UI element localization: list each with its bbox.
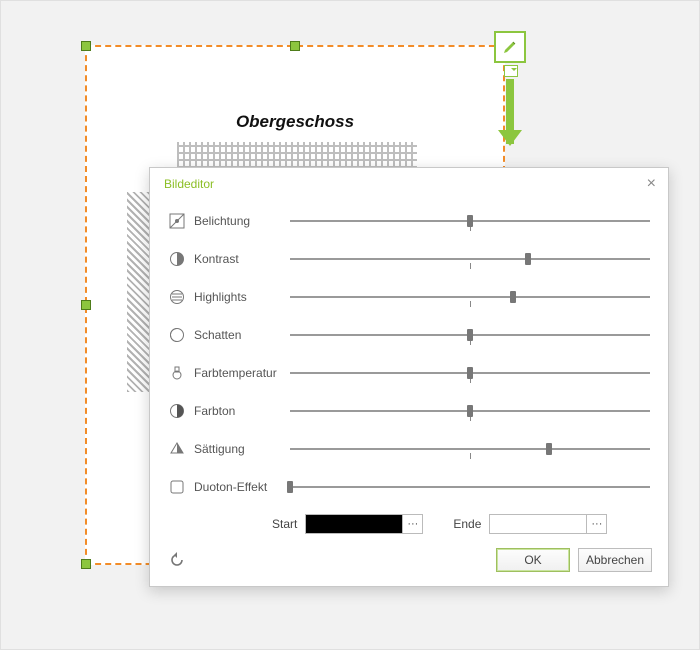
reset-icon [169, 552, 185, 568]
slider-track[interactable] [290, 325, 650, 345]
slider-thumb[interactable] [467, 215, 473, 227]
slider-row: Kontrast [168, 240, 650, 278]
duotone-end-color[interactable]: ··· [489, 514, 607, 534]
slider-row: Farbtemperatur [168, 354, 650, 392]
slider-row: Duoton-Effekt [168, 468, 650, 506]
slider-label: Duoton-Effekt [194, 480, 290, 494]
resize-handle-bl[interactable] [81, 559, 91, 569]
slider-icon [168, 288, 186, 306]
image-heading: Obergeschoss [87, 112, 503, 132]
slider-track[interactable] [290, 211, 650, 231]
slider-row: Farbton [168, 392, 650, 430]
color-picker-more[interactable]: ··· [402, 515, 422, 533]
pencil-icon [502, 39, 518, 55]
color-picker-more[interactable]: ··· [586, 515, 606, 533]
slider-thumb[interactable] [467, 329, 473, 341]
duotone-start-color[interactable]: ··· [305, 514, 423, 534]
image-editor-dialog: Bildeditor × Belichtung Kontrast Highlight… [149, 167, 669, 587]
resize-handle-l[interactable] [81, 300, 91, 310]
slider-row: Highlights [168, 278, 650, 316]
cancel-button[interactable]: Abbrechen [578, 548, 652, 572]
slider-icon [168, 478, 186, 496]
edit-image-button[interactable] [494, 31, 526, 63]
slider-icon [168, 326, 186, 344]
slider-thumb[interactable] [546, 443, 552, 455]
close-button[interactable]: × [647, 176, 656, 192]
duotone-start-label: Start [272, 517, 297, 531]
slider-icon [168, 212, 186, 230]
slider-label: Belichtung [194, 214, 290, 228]
slider-label: Kontrast [194, 252, 290, 266]
slider-label: Farbtemperatur [194, 366, 290, 380]
slider-label: Schatten [194, 328, 290, 342]
resize-handle-tl[interactable] [81, 41, 91, 51]
slider-thumb[interactable] [467, 367, 473, 379]
slider-icon [168, 364, 186, 382]
resize-handle-t[interactable] [290, 41, 300, 51]
slider-thumb[interactable] [510, 291, 516, 303]
slider-track[interactable] [290, 439, 650, 459]
slider-icon [168, 440, 186, 458]
slider-thumb[interactable] [287, 481, 293, 493]
slider-row: Sättigung [168, 430, 650, 468]
callout-arrow [506, 79, 514, 144]
slider-label: Farbton [194, 404, 290, 418]
slider-thumb[interactable] [525, 253, 531, 265]
slider-thumb[interactable] [467, 405, 473, 417]
dialog-title: Bildeditor [164, 177, 214, 191]
slider-track[interactable] [290, 477, 650, 497]
ok-button[interactable]: OK [496, 548, 570, 572]
slider-row: Belichtung [168, 202, 650, 240]
slider-label: Sättigung [194, 442, 290, 456]
slider-track[interactable] [290, 249, 650, 269]
slider-icon [168, 250, 186, 268]
reset-button[interactable] [168, 551, 186, 569]
slider-label: Highlights [194, 290, 290, 304]
slider-track[interactable] [290, 401, 650, 421]
duotone-end-label: Ende [453, 517, 481, 531]
slider-track[interactable] [290, 363, 650, 383]
slider-track[interactable] [290, 287, 650, 307]
edit-dropdown-button[interactable] [504, 65, 518, 77]
slider-icon [168, 402, 186, 420]
slider-row: Schatten [168, 316, 650, 354]
